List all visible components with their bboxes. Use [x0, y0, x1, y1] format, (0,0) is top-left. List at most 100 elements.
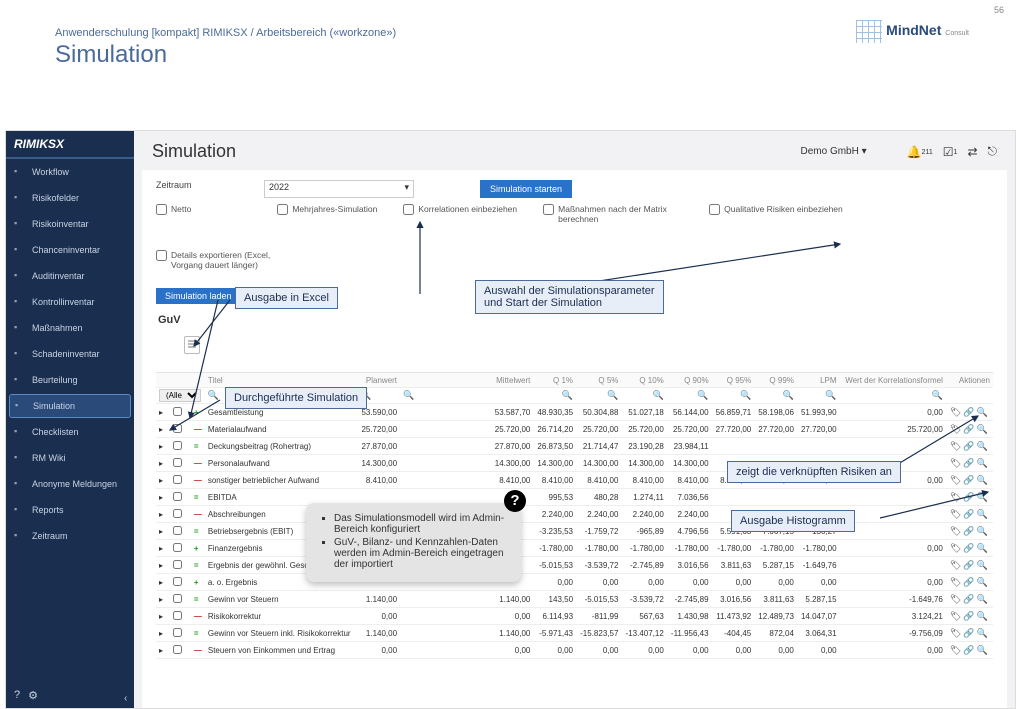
report-icon: ▪ [14, 504, 26, 516]
expand-icon[interactable]: ▸ [156, 540, 170, 557]
search-icon[interactable]: 🔍 [697, 390, 708, 400]
histogram-icon[interactable]: 🔍 [977, 645, 988, 655]
chk-qualitativ[interactable]: Qualitative Risiken einbeziehen [709, 204, 843, 224]
expand-icon[interactable]: ▸ [156, 506, 170, 523]
tag-icon[interactable]: 🏷 [950, 560, 961, 570]
chk-netto[interactable]: Netto [156, 204, 191, 224]
sidebar-item-stopwatch[interactable]: ▪Risikofelder [6, 185, 134, 211]
gear-icon[interactable]: ⚙ [28, 689, 38, 702]
cell: 0,00 [712, 574, 755, 591]
cell: -404,45 [712, 625, 755, 642]
expand-icon[interactable]: ▸ [156, 557, 170, 574]
sidebar-item-workflow[interactable]: ▪Workflow [6, 159, 134, 185]
expand-icon[interactable]: ▸ [156, 523, 170, 540]
org-selector[interactable]: Demo GmbH ▾ [800, 146, 866, 157]
link-risks-icon[interactable]: 🔗 [963, 594, 974, 604]
row-checkbox[interactable] [173, 577, 182, 586]
histogram-icon[interactable]: 🔍 [977, 577, 988, 587]
cell: 3.811,63 [754, 591, 797, 608]
sidebar: RIMIKSX ▪Workflow▪Risikofelder▪Risikoinv… [6, 131, 134, 708]
row-checkbox[interactable] [173, 628, 182, 637]
help-icon[interactable]: ? [14, 689, 20, 702]
expand-icon[interactable]: ▸ [156, 489, 170, 506]
chk-matrix[interactable]: Maßnahmen nach der Matrix berechnen [543, 204, 683, 224]
tag-icon[interactable]: 🏷 [950, 543, 961, 553]
expand-icon[interactable]: ▸ [156, 625, 170, 642]
row-checkbox[interactable] [173, 611, 182, 620]
sidebar-item-list[interactable]: ▪Maßnahmen [6, 315, 134, 341]
sidebar-item-shield[interactable]: ▪Kontrollinventar [6, 289, 134, 315]
cell-korrelation: -1.649,76 [840, 591, 946, 608]
link-risks-icon[interactable]: 🔗 [963, 560, 974, 570]
tag-icon[interactable]: 🏷 [950, 628, 961, 638]
sidebar-item-search[interactable]: ▪Schadeninventar [6, 341, 134, 367]
cell: -5.015,53 [533, 557, 576, 574]
row-checkbox[interactable] [173, 645, 182, 654]
row-checkbox[interactable] [173, 526, 182, 535]
logout-icon[interactable]: ⎋ [988, 144, 998, 159]
sidebar-item-sim[interactable]: ▪Simulation [9, 394, 131, 418]
collapse-sidebar-icon[interactable]: ‹ [124, 693, 127, 704]
sidebar-item-time[interactable]: ▪Zeitraum [6, 523, 134, 549]
link-risks-icon[interactable]: 🔗 [963, 543, 974, 553]
sidebar-item-clipboard[interactable]: ▪Auditinventar [6, 263, 134, 289]
row-checkbox[interactable] [173, 594, 182, 603]
row-checkbox[interactable] [173, 492, 182, 501]
search-icon[interactable]: 🔍 [562, 390, 573, 400]
sidebar-item-anon[interactable]: ▪Anonyme Meldungen [6, 471, 134, 497]
row-checkbox[interactable] [173, 543, 182, 552]
search-icon[interactable]: 🔍 [825, 390, 836, 400]
chk-details-label: Details exportieren (Excel, Vorgang daue… [171, 250, 296, 270]
tag-icon[interactable]: 🏷 [950, 577, 961, 587]
cell: -1.780,00 [533, 540, 576, 557]
histogram-icon[interactable]: 🔍 [977, 628, 988, 638]
expand-icon[interactable]: ▸ [156, 591, 170, 608]
row-checkbox[interactable] [173, 458, 182, 467]
share-icon[interactable]: ⇄ [967, 145, 977, 159]
tag-icon[interactable]: 🏷 [950, 611, 961, 621]
row-checkbox[interactable] [173, 475, 182, 484]
sidebar-item-wiki[interactable]: ▪RM Wiki [6, 445, 134, 471]
histogram-icon[interactable]: 🔍 [977, 594, 988, 604]
sidebar-item-check[interactable]: ▪Checklisten [6, 419, 134, 445]
sidebar-item-people[interactable]: ▪Risikoinventar [6, 211, 134, 237]
histogram-icon[interactable]: 🔍 [977, 611, 988, 621]
sidebar-item-chat[interactable]: ▪Beurteilung [6, 367, 134, 393]
histogram-icon[interactable]: 🔍 [977, 543, 988, 553]
link-risks-icon[interactable]: 🔗 [963, 645, 974, 655]
link-risks-icon[interactable]: 🔗 [963, 611, 974, 621]
shield-icon: ▪ [14, 296, 26, 308]
tag-icon[interactable]: 🏷 [950, 645, 961, 655]
row-checkbox[interactable] [173, 509, 182, 518]
expand-icon[interactable]: ▸ [156, 472, 170, 489]
sidebar-item-report[interactable]: ▪Reports [6, 497, 134, 523]
search-icon[interactable]: 🔍 [932, 390, 943, 400]
cell: 51.027,18 [621, 404, 666, 421]
year-dropdown[interactable]: 2022 ▾ [264, 180, 414, 198]
row-actions: 🏷🔗🔍 [946, 625, 993, 642]
histogram-icon[interactable]: 🔍 [977, 560, 988, 570]
tag-icon[interactable]: 🏷 [950, 594, 961, 604]
table-row: ▸—Steuern von Einkommen und Ertrag0,000,… [156, 642, 993, 659]
expand-icon[interactable]: ▸ [156, 642, 170, 659]
start-simulation-button[interactable]: Simulation starten [480, 180, 572, 198]
col-header: Planwert [357, 373, 400, 388]
search-icon[interactable]: 🔍 [783, 390, 794, 400]
search-icon[interactable]: 🔍 [403, 390, 414, 400]
chk-details[interactable]: Details exportieren (Excel, Vorgang daue… [156, 250, 296, 270]
bell-icon[interactable]: 🔔211 [907, 145, 933, 159]
cell: 0,00 [621, 574, 666, 591]
search-icon[interactable]: 🔍 [653, 390, 664, 400]
sidebar-item-grid[interactable]: ▪Chanceninventar [6, 237, 134, 263]
expand-icon[interactable]: ▸ [156, 574, 170, 591]
search-icon[interactable]: 🔍 [740, 390, 751, 400]
search-icon[interactable]: 🔍 [607, 390, 618, 400]
link-risks-icon[interactable]: 🔗 [963, 628, 974, 638]
checkbox-icon[interactable]: ☑1 [943, 145, 958, 159]
cell: 27.720,00 [797, 421, 840, 438]
help-bubble-icon[interactable]: ? [504, 490, 526, 512]
link-risks-icon[interactable]: 🔗 [963, 577, 974, 587]
row-checkbox[interactable] [173, 560, 182, 569]
expand-icon[interactable]: ▸ [156, 455, 170, 472]
expand-icon[interactable]: ▸ [156, 608, 170, 625]
